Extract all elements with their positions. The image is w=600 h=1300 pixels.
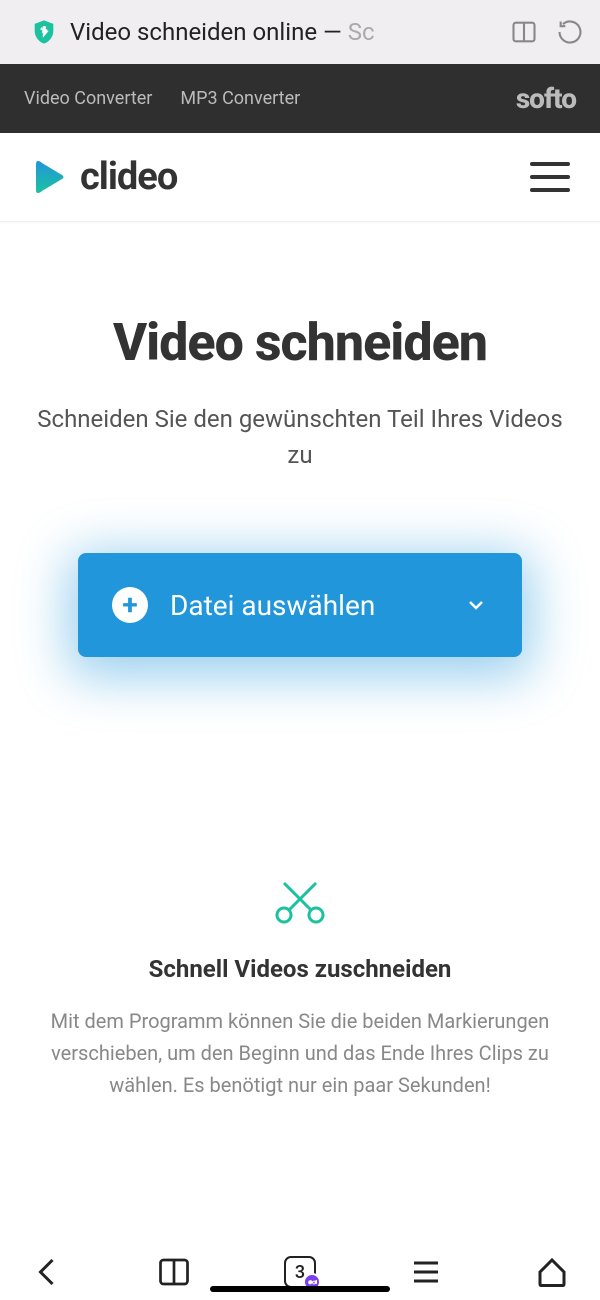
choose-file-button[interactable]: Datei auswählen [78,553,522,657]
play-icon [30,157,70,197]
reader-icon[interactable] [510,18,538,46]
feature-title: Schnell Videos zuschneiden [40,955,560,983]
feature-text: Mit dem Programm können Sie die beiden M… [40,1005,560,1101]
site-header: clideo [0,133,600,222]
plus-icon [112,587,148,623]
brand-text: clideo [80,155,177,199]
feature-section: Schnell Videos zuschneiden Mit dem Progr… [0,877,600,1101]
page-title: Video schneiden online — Sc [70,18,375,46]
browser-url-bar: Video schneiden online — Sc [0,0,600,64]
secondary-nav: Video Converter MP3 Converter softo [0,64,600,133]
hero-section: Video schneiden Schneiden Sie den gewüns… [0,222,600,717]
hero-title: Video schneiden [30,312,570,373]
hero-subtitle: Schneiden Sie den gewünschten Teil Ihres… [30,401,570,473]
library-icon[interactable] [156,1254,192,1290]
nav-link-video-converter[interactable]: Video Converter [24,88,152,109]
clideo-logo[interactable]: clideo [30,155,177,199]
tabs-button[interactable]: 3 [282,1254,318,1290]
scissors-icon [272,877,328,925]
nav-link-mp3-converter[interactable]: MP3 Converter [180,88,300,109]
home-indicator [210,1286,390,1292]
reload-icon[interactable] [556,18,584,46]
back-button[interactable] [30,1254,66,1290]
url-pill[interactable]: Video schneiden online — Sc [16,10,498,54]
menu-icon[interactable] [408,1254,444,1290]
softo-logo[interactable]: softo [516,82,576,115]
chevron-down-icon[interactable] [464,593,488,617]
shield-icon [30,18,58,46]
choose-file-label: Datei auswählen [170,589,375,622]
home-button[interactable] [534,1254,570,1290]
menu-button[interactable] [530,162,570,192]
